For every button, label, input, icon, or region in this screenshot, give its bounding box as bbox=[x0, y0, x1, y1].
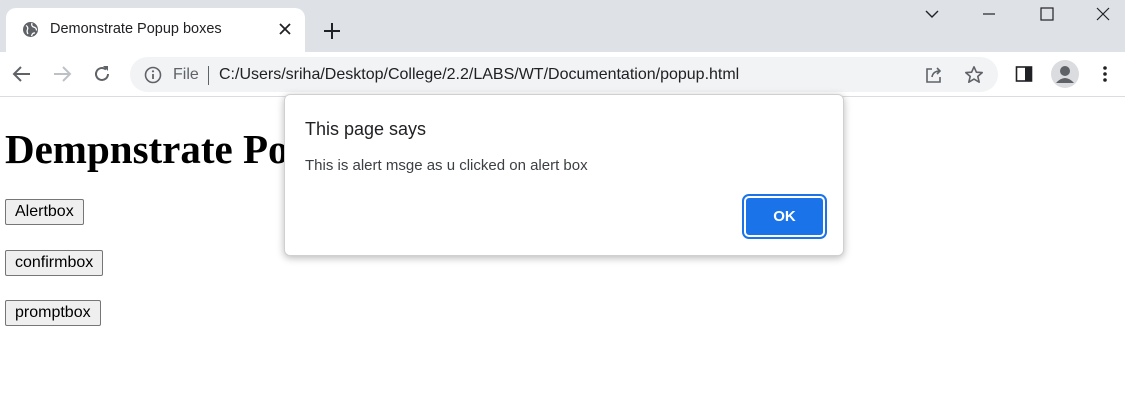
tab-search-chevron-icon[interactable] bbox=[904, 0, 960, 28]
close-window-icon[interactable] bbox=[1075, 0, 1125, 28]
side-panel-icon[interactable] bbox=[1012, 62, 1036, 86]
url-text[interactable]: C:/Users/sriha/Desktop/College/2.2/LABS/… bbox=[219, 66, 739, 84]
bookmark-star-icon[interactable] bbox=[964, 65, 984, 85]
promptbox-button[interactable]: promptbox bbox=[5, 300, 101, 326]
reload-icon[interactable] bbox=[90, 62, 114, 86]
forward-arrow-icon[interactable] bbox=[50, 62, 74, 86]
ok-button[interactable]: OK bbox=[742, 194, 827, 239]
tab-strip: Demonstrate Popup boxes bbox=[0, 0, 1125, 52]
info-icon[interactable] bbox=[144, 66, 162, 84]
maximize-icon[interactable] bbox=[1019, 0, 1075, 28]
alert-dialog: This page says This is alert msge as u c… bbox=[284, 94, 844, 256]
new-tab-plus-icon[interactable] bbox=[320, 19, 344, 43]
close-icon[interactable] bbox=[276, 20, 294, 38]
browser-toolbar: File C:/Users/sriha/Desktop/College/2.2/… bbox=[0, 52, 1125, 97]
share-icon[interactable] bbox=[924, 65, 944, 85]
alertbox-button[interactable]: Alertbox bbox=[5, 199, 84, 225]
globe-icon bbox=[22, 21, 39, 38]
dialog-message: This is alert msge as u clicked on alert… bbox=[305, 157, 588, 174]
back-arrow-icon[interactable] bbox=[10, 62, 34, 86]
more-menu-icon[interactable] bbox=[1093, 62, 1117, 86]
url-scheme-label: File bbox=[173, 66, 199, 83]
tab-title: Demonstrate Popup boxes bbox=[50, 21, 222, 37]
address-bar[interactable]: File C:/Users/sriha/Desktop/College/2.2/… bbox=[130, 57, 998, 92]
profile-avatar-icon[interactable] bbox=[1051, 60, 1079, 88]
url-separator bbox=[208, 66, 209, 85]
dialog-title: This page says bbox=[305, 119, 427, 139]
tab-active[interactable]: Demonstrate Popup boxes bbox=[6, 8, 305, 52]
minimize-icon[interactable] bbox=[961, 0, 1017, 28]
confirmbox-button[interactable]: confirmbox bbox=[5, 250, 104, 276]
